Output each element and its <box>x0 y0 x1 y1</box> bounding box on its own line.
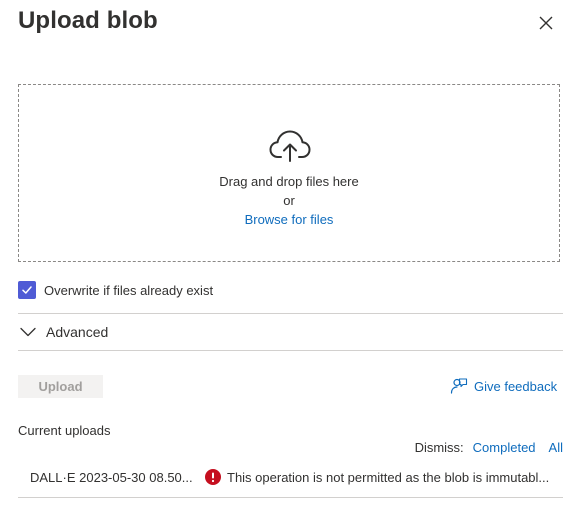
overwrite-checkbox[interactable] <box>18 281 36 299</box>
dismiss-controls: Dismiss: Completed All <box>415 440 563 455</box>
divider <box>18 313 563 314</box>
browse-files-link[interactable]: Browse for files <box>19 212 559 227</box>
upload-error-message: This operation is not permitted as the b… <box>227 470 550 485</box>
divider <box>18 497 563 498</box>
close-icon <box>539 16 553 30</box>
error-icon <box>205 469 221 485</box>
dismiss-label: Dismiss: <box>414 440 464 455</box>
panel-title: Upload blob <box>18 7 158 34</box>
upload-list-item[interactable]: DALL·E 2023-05-30 08.50... This operatio… <box>18 459 563 497</box>
upload-button[interactable]: Upload <box>18 375 103 398</box>
checkmark-icon <box>22 286 32 294</box>
current-uploads-heading: Current uploads <box>18 423 111 438</box>
dismiss-all-link[interactable]: All <box>549 440 563 455</box>
upload-file-name: DALL·E 2023-05-30 08.50... <box>30 470 193 485</box>
file-dropzone[interactable]: Drag and drop files here or Browse for f… <box>18 84 560 262</box>
advanced-toggle[interactable]: Advanced <box>18 322 108 342</box>
give-feedback-link[interactable]: Give feedback <box>450 377 557 395</box>
divider <box>18 350 563 351</box>
feedback-icon <box>450 378 468 394</box>
dropzone-instructions: Drag and drop files here <box>219 174 359 189</box>
cloud-upload-icon <box>269 130 311 162</box>
dropzone-or: or <box>283 193 295 208</box>
give-feedback-label: Give feedback <box>474 378 558 394</box>
overwrite-option: Overwrite if files already exist <box>18 280 213 300</box>
close-button[interactable] <box>536 13 556 33</box>
advanced-label: Advanced <box>46 324 109 340</box>
chevron-down-icon <box>20 327 36 337</box>
overwrite-label: Overwrite if files already exist <box>44 282 214 298</box>
dismiss-completed-link[interactable]: Completed <box>473 440 536 455</box>
